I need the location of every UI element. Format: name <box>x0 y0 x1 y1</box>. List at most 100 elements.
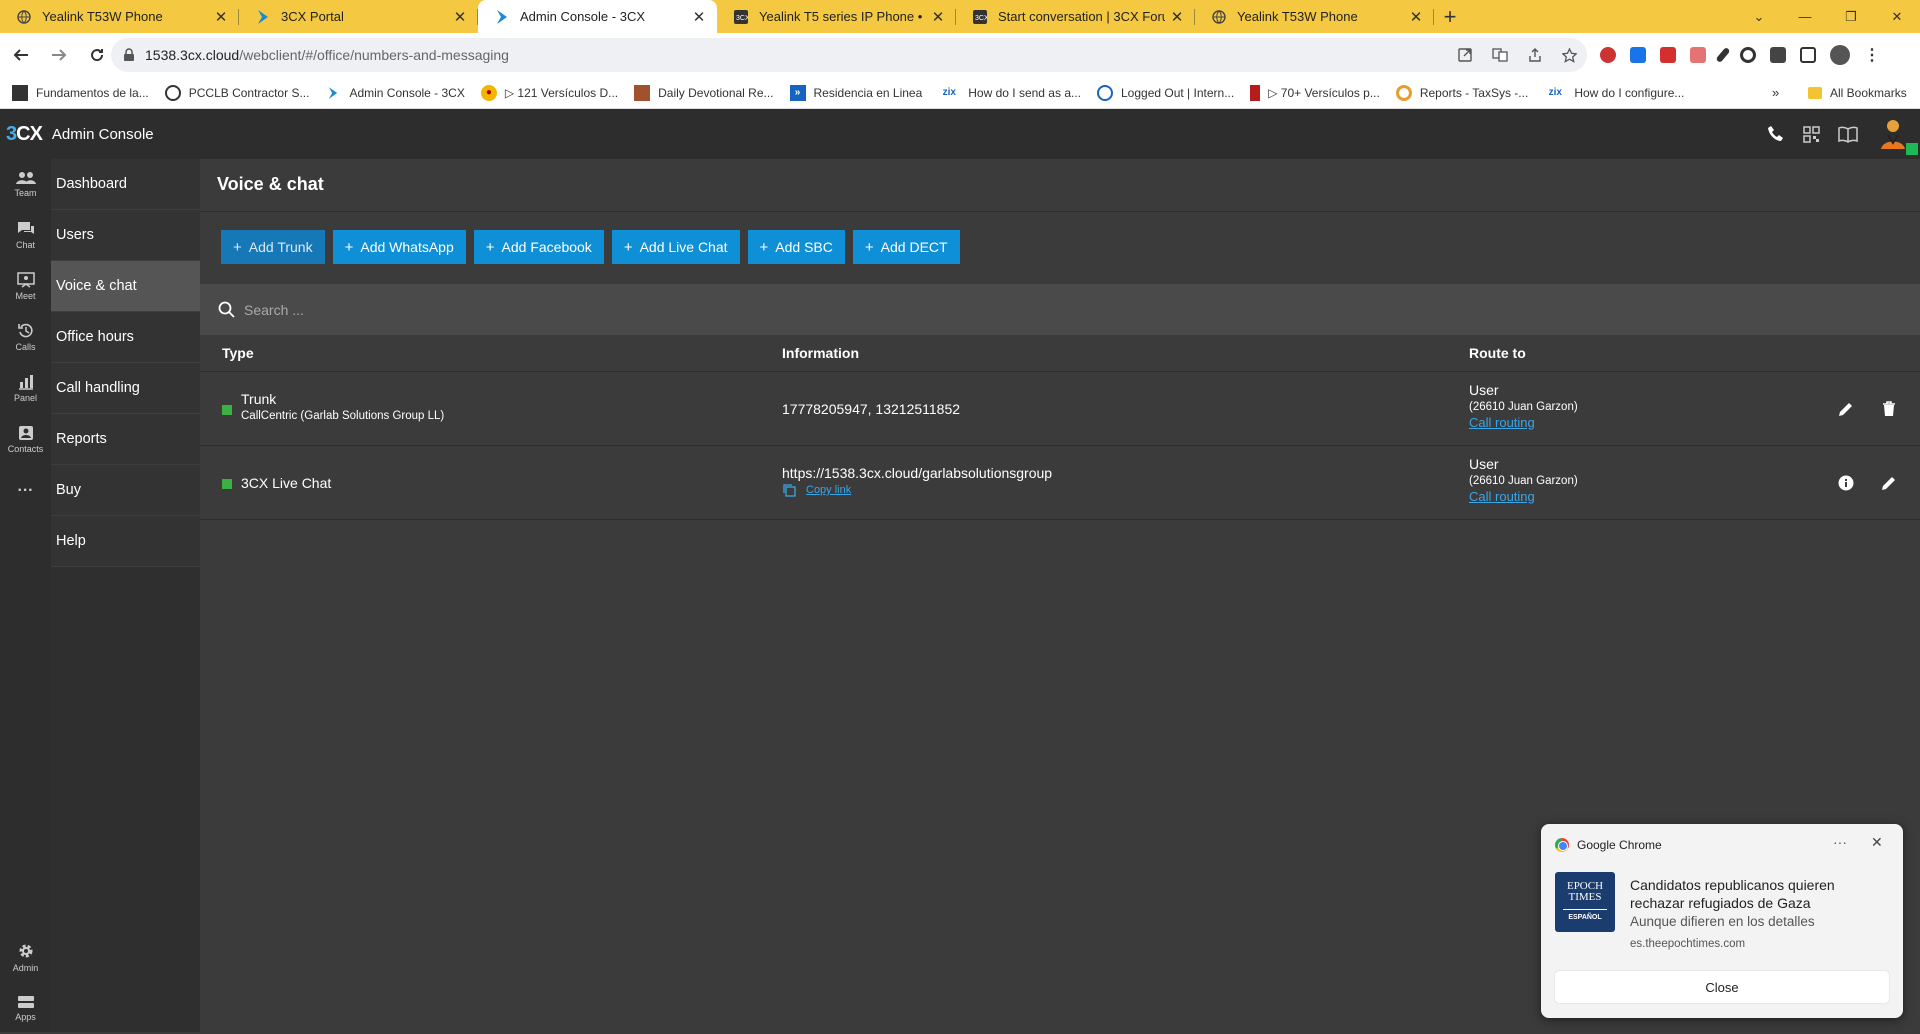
add-sbc-button[interactable]: + Add SBC <box>747 230 845 264</box>
call-routing-link[interactable]: Call routing <box>1469 489 1578 504</box>
address-bar[interactable]: 1538.3cx.cloud/webclient/#/office/number… <box>111 38 1587 72</box>
browser-tab[interactable]: 3CX Portal ✕ <box>239 0 478 33</box>
user-avatar[interactable] <box>1876 117 1918 155</box>
bookmark[interactable]: Daily Devotional Re... <box>634 84 774 101</box>
puzzle-icon[interactable] <box>1770 47 1786 63</box>
nav-buy[interactable]: Buy <box>51 465 200 516</box>
tab-search-icon[interactable]: ⌄ <box>1736 0 1782 33</box>
search-placeholder: Search ... <box>244 301 304 318</box>
all-bookmarks[interactable]: All Bookmarks <box>1808 77 1907 109</box>
pcclb-icon <box>164 84 181 101</box>
plus-icon: + <box>485 238 495 256</box>
reload-icon[interactable] <box>80 38 114 72</box>
nav-dashboard[interactable]: Dashboard <box>51 159 200 210</box>
bookmark[interactable]: Fundamentos de la... <box>12 84 149 101</box>
add-trunk-button[interactable]: + Add Trunk <box>221 230 325 264</box>
restore-icon[interactable]: ❐ <box>1828 0 1874 33</box>
nav-users[interactable]: Users <box>51 210 200 261</box>
edit-icon[interactable] <box>1879 473 1899 493</box>
close-icon[interactable]: ✕ <box>691 9 707 26</box>
rail-contacts[interactable]: Contacts <box>0 414 51 465</box>
browser-tab[interactable]: Yealink T53W Phone ✕ <box>0 0 239 33</box>
browser-tab-active[interactable]: Admin Console - 3CX ✕ <box>478 0 717 33</box>
bookmark[interactable]: zix How do I send as a... <box>938 85 1081 101</box>
nav-office-hours[interactable]: Office hours <box>51 312 200 363</box>
bookmark[interactable]: ▷ 70+ Versículos p... <box>1250 84 1380 101</box>
phone-icon[interactable] <box>1767 125 1785 143</box>
download-icon[interactable] <box>1630 47 1646 63</box>
bookmark[interactable]: ● ▷ 121 Versículos D... <box>480 84 618 101</box>
close-icon[interactable]: ✕ <box>213 9 229 26</box>
rail-chat[interactable]: Chat <box>0 210 51 261</box>
rail-more[interactable]: ··· <box>0 465 51 516</box>
notification-close-button[interactable]: Close <box>1555 971 1889 1003</box>
menu-icon[interactable]: ⋮ <box>1864 45 1880 65</box>
pdf-icon[interactable] <box>1660 47 1676 63</box>
delete-icon[interactable] <box>1879 399 1899 419</box>
epoch-times-logo: EPOCH TIMES ESPAÑOL <box>1555 872 1615 932</box>
profile-avatar[interactable] <box>1830 45 1850 65</box>
nav-call-handling[interactable]: Call handling <box>51 363 200 414</box>
close-icon[interactable]: ✕ <box>930 9 946 26</box>
bookmark[interactable]: PCCLB Contractor S... <box>164 84 309 101</box>
browser-tab[interactable]: Yealink T53W Phone ✕ <box>1195 0 1434 33</box>
new-tab-button[interactable]: + <box>1434 0 1466 33</box>
rail-team[interactable]: Team <box>0 159 51 210</box>
rail-calls[interactable]: Calls <box>0 312 51 363</box>
forward-icon[interactable] <box>42 38 76 72</box>
nav-voice-chat[interactable]: Voice & chat <box>51 261 200 312</box>
edit-icon[interactable] <box>1836 399 1856 419</box>
back-icon[interactable] <box>4 38 38 72</box>
browser-tab[interactable]: 3CX Yealink T5 series IP Phone • Co ✕ <box>717 0 956 33</box>
manual-book-icon[interactable] <box>1838 126 1858 143</box>
close-icon[interactable]: ✕ <box>452 9 468 26</box>
tune-icon[interactable] <box>123 48 135 62</box>
minimize-icon[interactable]: — <box>1782 0 1828 33</box>
star-icon[interactable] <box>1562 47 1577 63</box>
copy-link-button[interactable]: Copy link <box>782 483 1052 497</box>
extension-icon[interactable] <box>1690 47 1706 63</box>
bookmark[interactable]: Admin Console - 3CX <box>325 85 465 101</box>
copy-link-label: Copy link <box>806 484 852 496</box>
bookmark[interactable]: zix How do I configure... <box>1544 85 1685 101</box>
row-information: 17778205947, 13212511852 <box>782 401 961 417</box>
info-icon[interactable] <box>1836 473 1856 493</box>
rail-meet[interactable]: Meet <box>0 261 51 312</box>
extension-icon[interactable] <box>1600 47 1616 63</box>
sidepanel-icon[interactable] <box>1800 47 1816 63</box>
rail-admin[interactable]: Admin <box>0 932 51 983</box>
rail-label: Meet <box>15 291 36 301</box>
add-facebook-button[interactable]: + Add Facebook <box>473 230 604 264</box>
bookmark[interactable]: Logged Out | Intern... <box>1097 84 1234 101</box>
column-header-information[interactable]: Information <box>782 345 859 361</box>
add-whatsapp-button[interactable]: + Add WhatsApp <box>332 230 466 264</box>
qr-code-icon[interactable] <box>1803 125 1820 143</box>
browser-tab[interactable]: 3CX Start conversation | 3CX Forums ✕ <box>956 0 1195 33</box>
nav-help[interactable]: Help <box>51 516 200 567</box>
add-dect-button[interactable]: + Add DECT <box>852 230 960 264</box>
column-header-type[interactable]: Type <box>222 345 254 361</box>
bookmark-label: Reports - TaxSys -... <box>1419 85 1529 100</box>
search-input[interactable]: Search ... <box>200 284 1920 335</box>
3cx-logo[interactable]: 3CX <box>6 123 43 146</box>
add-live-chat-button[interactable]: + Add Live Chat <box>611 230 740 264</box>
search-extension-icon[interactable] <box>1740 47 1756 63</box>
close-icon[interactable]: ✕ <box>1871 834 1883 851</box>
chrome-notification[interactable]: Google Chrome ··· ✕ EPOCH TIMES ESPAÑOL … <box>1541 824 1903 1018</box>
share-icon[interactable] <box>1528 48 1542 62</box>
bookmark[interactable]: Reports - TaxSys -... <box>1395 84 1529 101</box>
call-routing-link[interactable]: Call routing <box>1469 415 1578 430</box>
eyedropper-icon[interactable] <box>1715 46 1731 64</box>
close-icon[interactable]: ✕ <box>1169 9 1185 26</box>
close-icon[interactable]: ✕ <box>1408 9 1424 26</box>
more-options-icon[interactable]: ··· <box>1833 834 1847 850</box>
bookmark[interactable]: » Residencia en Linea <box>789 84 922 101</box>
rail-apps[interactable]: Apps <box>0 983 51 1034</box>
close-window-icon[interactable]: ✕ <box>1874 0 1920 33</box>
translate-icon[interactable] <box>1492 48 1508 62</box>
rail-panel[interactable]: Panel <box>0 363 51 414</box>
bookmarks-overflow-icon[interactable]: » <box>1772 85 1779 100</box>
open-in-app-icon[interactable] <box>1458 48 1472 62</box>
column-header-route-to[interactable]: Route to <box>1469 345 1526 361</box>
nav-reports[interactable]: Reports <box>51 414 200 465</box>
